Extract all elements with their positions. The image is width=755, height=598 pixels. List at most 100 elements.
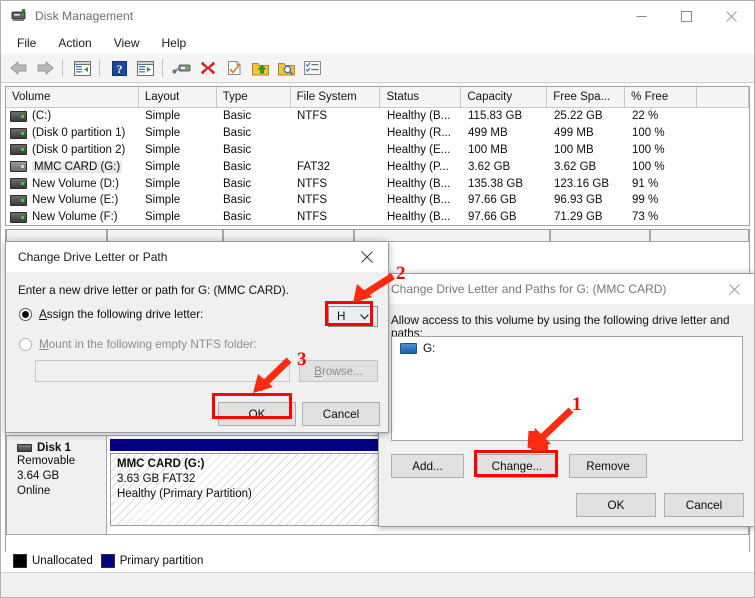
volume-icon: [10, 178, 27, 190]
drive-icon: [400, 343, 417, 354]
assign-drive-letter-radio[interactable]: [19, 308, 32, 321]
cell-volume: New Volume (F:): [6, 211, 139, 223]
mount-folder-label: Mount in the following empty NTFS folder…: [39, 338, 257, 351]
change-drive-letter-and-paths-dialog[interactable]: Change Drive Letter and Paths for G: (MM…: [378, 273, 754, 527]
status-bar: [1, 572, 754, 597]
browse-button[interactable]: Browse...: [299, 360, 378, 382]
column-header-blank[interactable]: [697, 87, 749, 107]
disk1-info[interactable]: Disk 1 Removable 3.64 GB Online: [6, 435, 107, 535]
cell-pctfree: 100 %: [632, 127, 665, 140]
table-row[interactable]: New Volume (D:) Simple Basic NTFS Healthy (B…: [6, 175, 749, 192]
cell-capacity: 97.66 GB: [468, 194, 517, 207]
search-folder-icon[interactable]: [274, 56, 298, 80]
drive-letter-value: H: [337, 310, 346, 323]
menu-file[interactable]: File: [7, 34, 46, 52]
maximize-icon[interactable]: [664, 1, 709, 31]
mount-folder-option[interactable]: Mount in the following empty NTFS folder…: [19, 338, 257, 351]
window-controls: [619, 1, 754, 31]
help-icon[interactable]: ?: [107, 56, 131, 80]
menu-help[interactable]: Help: [152, 34, 197, 52]
table-row[interactable]: New Volume (E:) Simple Basic NTFS Healthy (B…: [6, 192, 749, 209]
cell-type: Basic: [223, 110, 252, 123]
menu-view[interactable]: View: [104, 34, 150, 52]
table-row[interactable]: (C:) Simple Basic NTFS Healthy (B... 115.83 G…: [6, 108, 749, 125]
cell-capacity: 499 MB: [468, 127, 508, 140]
column-header-volume[interactable]: Volume: [6, 87, 139, 107]
change-dialog-ok-button[interactable]: OK: [218, 402, 296, 426]
mount-path-input[interactable]: [35, 360, 290, 382]
change-dialog-cancel-button[interactable]: Cancel: [302, 402, 380, 426]
browse-label-rest: rowse...: [321, 364, 363, 378]
change-drive-letter-or-path-dialog[interactable]: Change Drive Letter or Path Enter a new …: [5, 241, 389, 433]
cell-free: 25.22 GB: [554, 110, 603, 123]
menu-bar: File Action View Help: [1, 31, 754, 55]
drive-paths-listbox[interactable]: G:: [391, 336, 743, 441]
column-header-free-spa[interactable]: Free Spa...: [547, 87, 626, 107]
volume-list-body[interactable]: (C:) Simple Basic NTFS Healthy (B... 115.83 G…: [6, 108, 749, 226]
column-header-file-system[interactable]: File System: [291, 87, 381, 107]
detail-view-icon[interactable]: [300, 56, 324, 80]
list-item[interactable]: G:: [392, 337, 742, 355]
cell-free: 100 MB: [554, 143, 594, 156]
cell-status: Healthy (B...: [387, 194, 451, 207]
mount-folder-radio[interactable]: [19, 338, 32, 351]
table-row[interactable]: New Volume (F:) Simple Basic NTFS Healthy (B…: [6, 209, 749, 226]
toolbar-separator: [99, 59, 100, 77]
back-icon[interactable]: [7, 56, 31, 80]
table-row[interactable]: MMC CARD (G:) Simple Basic FAT32 Healthy (P.…: [6, 158, 749, 175]
toolbar-separator: [62, 59, 63, 77]
cell-pctfree: 100 %: [632, 143, 665, 156]
cell-volume: (Disk 0 partition 2): [6, 144, 139, 156]
cell-type: Basic: [223, 177, 252, 190]
volume-list-header: Volume Layout Type File System Status Capacit…: [6, 87, 749, 108]
properties-icon[interactable]: [170, 56, 194, 80]
cell-free: 96.93 GB: [554, 194, 603, 207]
column-header-type[interactable]: Type: [217, 87, 291, 107]
paths-cancel-button[interactable]: Cancel: [664, 493, 744, 517]
cell-pctfree: 100 %: [632, 160, 665, 173]
legend: Unallocated Primary partition: [5, 552, 750, 570]
delete-icon[interactable]: [196, 56, 220, 80]
close-icon[interactable]: [709, 1, 754, 31]
cell-capacity: 97.66 GB: [468, 211, 517, 224]
cell-type: Basic: [223, 143, 252, 156]
column-header-layout[interactable]: Layout: [139, 87, 217, 107]
cell-layout: Simple: [145, 211, 181, 224]
cell-volume: MMC CARD (G:): [6, 160, 139, 173]
annotation-number-1: 1: [572, 394, 582, 415]
assign-drive-letter-option[interactable]: Assign the following drive letter:: [19, 308, 203, 321]
mount-label-accel: M: [39, 338, 49, 351]
drive-letter-combo[interactable]: H: [328, 306, 378, 327]
volume-name: New Volume (D:): [32, 177, 119, 190]
mount-label-rest: ount in the following empty NTFS folder:: [48, 338, 257, 351]
table-row[interactable]: (Disk 0 partition 1) Simple Basic Healthy (…: [6, 125, 749, 142]
show-hide-action-pane-icon[interactable]: [133, 56, 157, 80]
table-row[interactable]: (Disk 0 partition 2) Simple Basic Healthy (…: [6, 142, 749, 159]
chevron-down-icon[interactable]: [360, 310, 369, 323]
change-button[interactable]: Change...: [477, 454, 557, 478]
column-header-free[interactable]: % Free: [625, 87, 698, 107]
remove-button[interactable]: Remove: [569, 454, 647, 478]
forward-icon[interactable]: [33, 56, 57, 80]
legend-swatch-primary: [100, 554, 115, 568]
menu-action[interactable]: Action: [48, 34, 101, 52]
close-icon[interactable]: [346, 242, 388, 272]
legend-item-primary: Primary partition: [100, 554, 203, 568]
volume-list[interactable]: Volume Layout Type File System Status Capacit…: [5, 86, 750, 226]
rescan-disks-icon[interactable]: [222, 56, 246, 80]
assign-drive-letter-label: Assign the following drive letter:: [39, 308, 203, 321]
cell-fs: NTFS: [297, 194, 328, 207]
paths-ok-button[interactable]: OK: [576, 493, 656, 517]
column-header-status[interactable]: Status: [380, 87, 462, 107]
close-icon[interactable]: [713, 274, 754, 304]
cell-layout: Simple: [145, 160, 181, 173]
add-button[interactable]: Add...: [391, 454, 464, 478]
cell-status: Healthy (R...: [387, 127, 451, 140]
volume-icon: [10, 110, 27, 122]
show-hide-console-tree-icon[interactable]: [70, 56, 94, 80]
minimize-icon[interactable]: [619, 1, 664, 31]
disk-icon: [17, 444, 32, 452]
disk1-state: Online: [17, 485, 51, 497]
export-list-icon[interactable]: [248, 56, 272, 80]
column-header-capacity[interactable]: Capacity: [461, 87, 548, 107]
